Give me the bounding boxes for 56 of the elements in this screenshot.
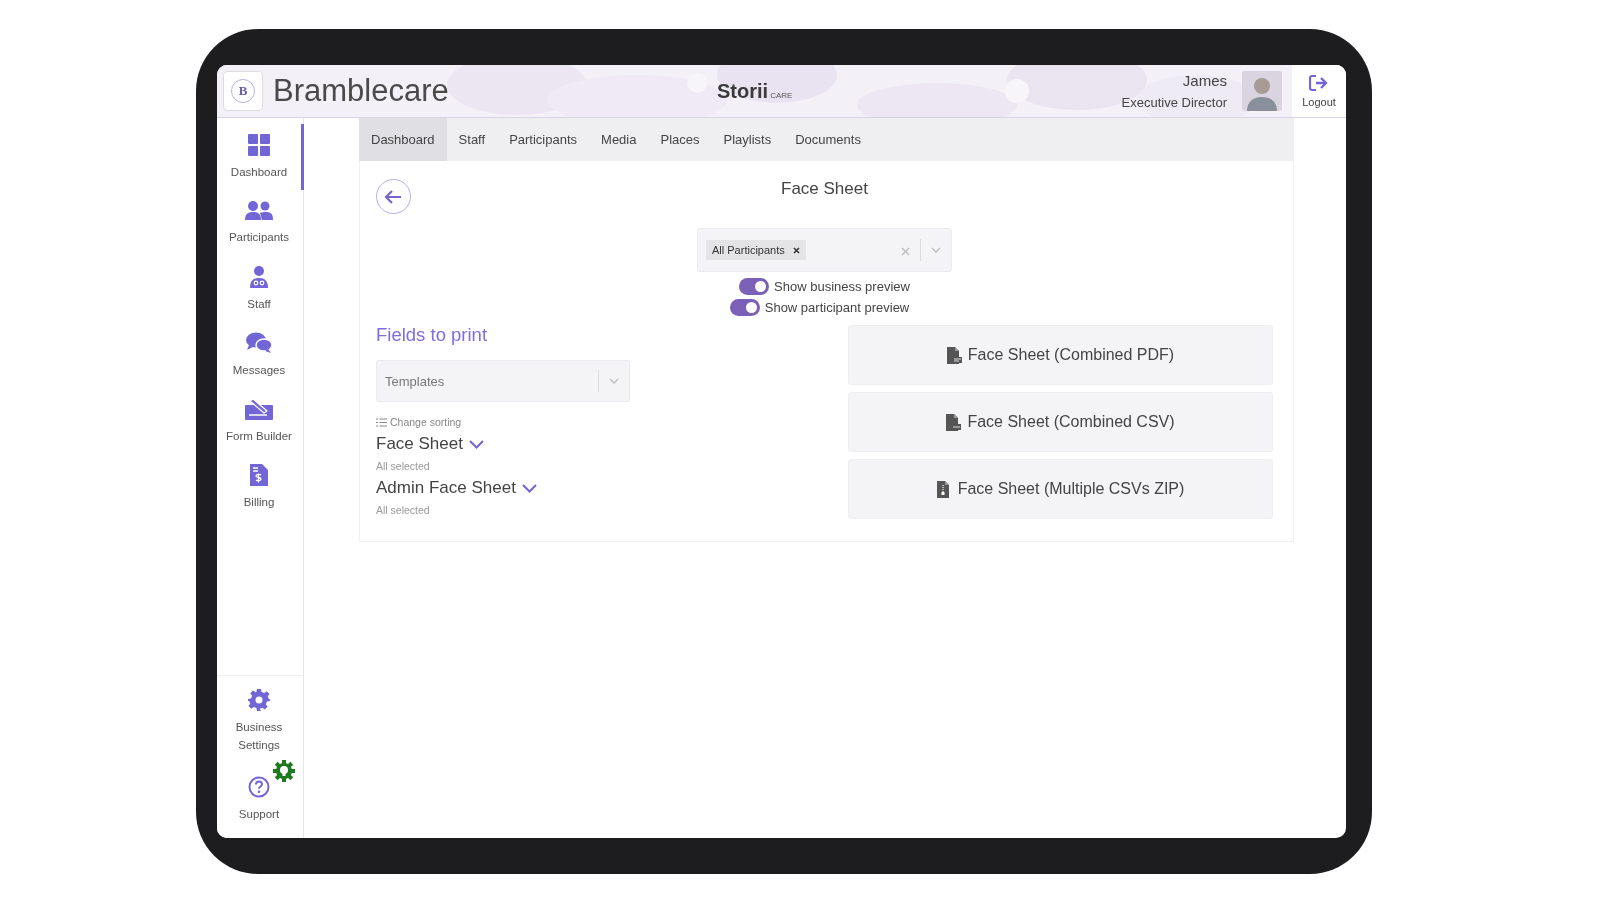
section-toggle[interactable]: Admin Face Sheet xyxy=(376,478,537,498)
logout-icon xyxy=(1309,74,1329,92)
sidebar-item[interactable]: Participants xyxy=(217,190,304,256)
user-name: James xyxy=(1182,72,1227,89)
sidebar-item[interactable]: Form Builder xyxy=(217,388,304,454)
tab[interactable]: Documents xyxy=(783,118,873,161)
export-button[interactable]: Face Sheet (Combined PDF) xyxy=(848,325,1273,385)
file-icon xyxy=(946,346,962,364)
logout-button[interactable]: Logout xyxy=(1292,65,1346,117)
sidebar-item[interactable]: Dashboard xyxy=(217,124,304,190)
user-role: Executive Director xyxy=(1121,95,1227,110)
people-icon xyxy=(245,200,273,221)
toggle-label: Show participant preview xyxy=(764,300,910,315)
chevron-down-icon xyxy=(521,483,537,493)
invoice-icon xyxy=(250,463,268,486)
dashboard-grid-icon xyxy=(248,133,270,156)
back-button[interactable] xyxy=(376,179,411,214)
export-button[interactable]: Face Sheet (Multiple CSVs ZIP) xyxy=(848,459,1273,519)
settings-icon xyxy=(248,688,270,711)
tab[interactable]: Media xyxy=(589,118,649,161)
selection-status: All selected xyxy=(376,460,431,472)
selection-status: All selected xyxy=(376,504,431,516)
toggle-switch[interactable] xyxy=(729,299,760,316)
sidebar-item[interactable]: Business Settings xyxy=(217,682,304,760)
sidebar-item[interactable]: Billing xyxy=(217,454,304,520)
section-toggle[interactable]: Face Sheet xyxy=(376,434,537,454)
form-pencil-icon xyxy=(245,397,273,420)
filter-chip[interactable]: All Participants xyxy=(706,240,806,260)
brand-name: Bramblecare xyxy=(273,73,450,109)
tab[interactable]: Participants xyxy=(497,118,590,161)
sidebar-item[interactable]: Messages xyxy=(217,322,304,388)
gear-badge-icon[interactable] xyxy=(273,760,295,782)
section-heading: Fields to print xyxy=(376,324,488,346)
tab[interactable]: Dashboard xyxy=(359,118,447,161)
zip-file-icon xyxy=(936,480,952,498)
toggle-label: Show business preview xyxy=(774,279,910,294)
tab[interactable]: Places xyxy=(648,118,712,161)
sidebar-item[interactable]: Staff xyxy=(217,256,304,322)
participant-select[interactable]: All Participants xyxy=(697,228,952,272)
logo[interactable]: B xyxy=(223,71,263,111)
sidebar-item[interactable]: Support xyxy=(217,760,304,838)
chat-bubbles-icon xyxy=(246,331,272,354)
remove-chip-icon[interactable] xyxy=(792,246,800,254)
chevron-down-icon xyxy=(468,439,484,449)
help-icon xyxy=(248,775,270,798)
staff-icon xyxy=(250,265,268,288)
page-title: Face Sheet xyxy=(781,179,868,199)
file-icon xyxy=(946,413,962,431)
back-arrow-icon xyxy=(385,189,402,204)
export-button[interactable]: Face Sheet (Combined CSV) xyxy=(848,392,1273,452)
product-logo: Storii CARE xyxy=(717,79,793,103)
tab[interactable]: Playlists xyxy=(711,118,784,161)
toggle-switch[interactable] xyxy=(739,278,770,295)
tab[interactable]: Staff xyxy=(446,118,498,161)
list-icon xyxy=(376,417,387,427)
change-sorting-link[interactable]: Change sorting xyxy=(376,416,462,428)
